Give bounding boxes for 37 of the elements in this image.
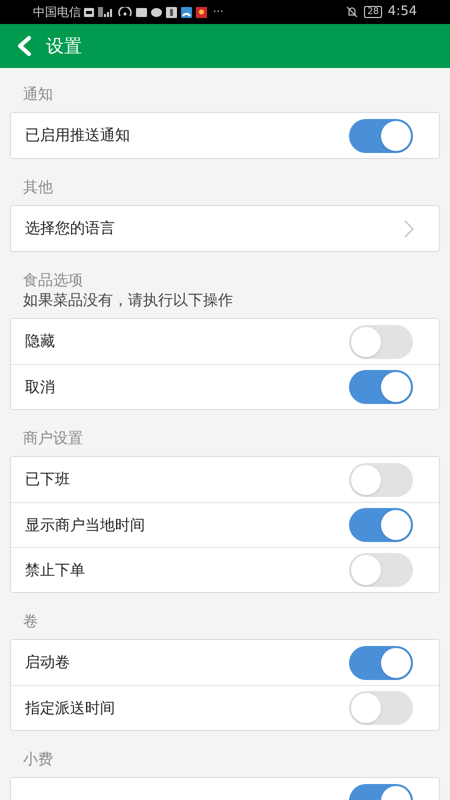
clock-text: 4:54	[388, 5, 417, 19]
toggle-switch[interactable]	[349, 508, 413, 542]
toggle-switch[interactable]	[349, 691, 413, 725]
section-header: 通知	[23, 84, 54, 104]
language-row[interactable]: 选择您的语言	[11, 206, 439, 251]
toggle-switch[interactable]	[349, 646, 413, 680]
chevron-right-icon	[404, 220, 414, 238]
app-icon	[196, 6, 207, 18]
section-header: 商户设置	[23, 428, 84, 448]
setting-label: 启动卷	[25, 652, 70, 674]
toggle-switch[interactable]	[349, 462, 413, 496]
back-icon	[16, 35, 32, 57]
setting-label: 禁止下单	[25, 560, 85, 581]
section-header: 小费	[23, 749, 54, 769]
toggle-switch[interactable]	[349, 553, 413, 587]
setting-label: 选择您的语言	[25, 218, 115, 240]
toggle-switch[interactable]	[349, 324, 413, 358]
signal-icon	[98, 7, 114, 17]
setting-label: 隐藏	[25, 331, 55, 352]
toggle-switch[interactable]	[349, 370, 413, 404]
setting-label: 显示商户当地时间	[25, 514, 145, 536]
section-description: 如果菜品没有，请执行以下操作	[23, 290, 234, 310]
battery-indicator: 28	[364, 6, 382, 18]
section-header: 其他	[23, 177, 54, 197]
muted-bell-icon	[346, 6, 358, 18]
setting-label: 已下班	[25, 469, 70, 490]
app-icon	[166, 6, 177, 18]
toggle-switch[interactable]	[349, 118, 413, 152]
setting-label: 指定派送时间	[25, 698, 115, 719]
carrier-text: 中国电信	[33, 5, 81, 19]
app-icon	[181, 6, 192, 18]
section-header: 卷	[23, 611, 39, 631]
setting-label: 已启用推送通知	[25, 125, 130, 146]
more-notifications-text: ···	[213, 4, 224, 20]
setting-label: 取消	[25, 376, 55, 398]
screen-title: 设置	[46, 34, 82, 58]
section-header: 食品选项	[23, 270, 84, 290]
